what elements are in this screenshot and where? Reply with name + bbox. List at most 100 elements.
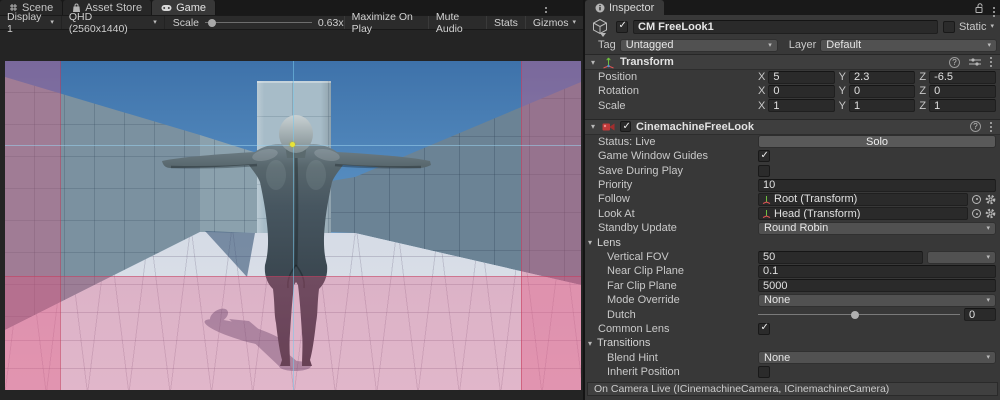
gameobject-name-field[interactable]	[633, 20, 938, 34]
game-view-panel: Scene Asset Store Game Display 1 ▾	[0, 0, 583, 400]
scale-slider[interactable]	[205, 18, 312, 28]
transform-row-rotation: Rotation X Y Z	[585, 84, 1000, 98]
info-circle-icon	[595, 3, 605, 13]
help-icon[interactable]: ?	[970, 121, 981, 132]
inherit-position-checkbox[interactable]	[758, 366, 770, 378]
solo-button[interactable]: Solo	[758, 135, 996, 148]
axis-x-label: X	[758, 71, 765, 83]
follow-object-field[interactable]: Root (Transform)	[758, 193, 968, 206]
transform-title: Transform	[620, 56, 674, 68]
freelook-enabled-checkbox[interactable]	[620, 121, 631, 132]
gear-icon[interactable]	[985, 208, 996, 219]
position-y-field[interactable]	[849, 71, 915, 84]
standby-update-dropdown[interactable]: Round Robin ▾	[758, 222, 996, 235]
maximize-on-play-button[interactable]: Maximize On Play	[344, 16, 428, 29]
object-picker-icon[interactable]	[972, 209, 981, 218]
help-icon[interactable]: ?	[949, 57, 960, 68]
mode-override-row: Mode Override None ▾	[585, 293, 1000, 307]
scale-x-field[interactable]	[768, 99, 834, 112]
transform-mini-icon	[762, 195, 771, 204]
guide-boundary-line-left	[60, 61, 61, 390]
dutch-slider-knob[interactable]	[851, 311, 859, 319]
chevron-down-icon: ▾	[986, 297, 990, 304]
lens-foldout[interactable]: ▾ Lens	[585, 236, 1000, 250]
lock-icon[interactable]	[975, 3, 984, 13]
object-picker-icon[interactable]	[972, 195, 981, 204]
near-clip-field[interactable]	[758, 265, 996, 278]
foldout-arrow-icon[interactable]: ▾	[589, 122, 597, 131]
resolution-dropdown[interactable]: QHD (2560x1440) ▾	[62, 16, 165, 29]
look-at-target-dot	[290, 142, 295, 147]
axis-z-label: Z	[919, 71, 926, 83]
gameobject-enabled-checkbox[interactable]	[616, 21, 628, 33]
cinemachine-icon	[602, 121, 615, 133]
gizmos-dropdown[interactable]: Gizmos ▾	[525, 16, 583, 29]
dutch-slider[interactable]	[758, 309, 960, 321]
save-during-play-row: Save During Play	[585, 164, 1000, 178]
rotation-x-field[interactable]	[768, 85, 834, 98]
far-clip-row: Far Clip Plane	[585, 279, 1000, 293]
guide-vertical-center-line	[293, 61, 294, 390]
chevron-down-icon: ▾	[986, 254, 990, 261]
blend-hint-dropdown[interactable]: None ▾	[758, 351, 996, 364]
gameobject-cube-icon[interactable]	[591, 18, 611, 36]
tab-game[interactable]: Game	[152, 0, 216, 15]
character-head	[279, 115, 313, 153]
follow-row: Follow Root (Transform)	[585, 192, 1000, 206]
chevron-down-icon: ▾	[50, 19, 54, 26]
scale-slider-knob[interactable]	[208, 19, 216, 27]
presets-icon[interactable]	[969, 57, 981, 67]
rotation-label: Rotation	[598, 85, 639, 97]
scale-z-field[interactable]	[929, 99, 996, 112]
dutch-value-field[interactable]	[964, 308, 996, 321]
position-x-field[interactable]	[768, 71, 834, 84]
far-clip-field[interactable]	[758, 279, 996, 292]
static-checkbox[interactable]	[943, 21, 955, 33]
gear-icon[interactable]	[985, 194, 996, 205]
tag-dropdown[interactable]: Untagged ▾	[620, 39, 778, 52]
static-label: Static	[959, 21, 987, 33]
mute-audio-button[interactable]: Mute Audio	[428, 16, 486, 29]
chevron-down-icon[interactable]: ▾	[990, 23, 994, 30]
save-during-play-checkbox[interactable]	[758, 165, 770, 177]
stats-button[interactable]: Stats	[486, 16, 525, 29]
rotation-z-field[interactable]	[929, 85, 996, 98]
vertical-fov-field[interactable]	[758, 251, 923, 264]
kebab-menu-icon[interactable]	[990, 61, 992, 63]
transitions-foldout[interactable]: ▾ Transitions	[585, 336, 1000, 350]
scale-row-label: Scale	[598, 100, 626, 112]
cinemachine-freelook-header[interactable]: ▾ CinemachineFreeLook ?	[585, 119, 1000, 135]
priority-field[interactable]	[758, 179, 996, 192]
game-viewport[interactable]	[5, 61, 581, 390]
axis-y-label: Y	[839, 71, 846, 83]
lookat-object-field[interactable]: Head (Transform)	[758, 207, 968, 220]
chevron-down-icon: ▾	[986, 354, 990, 361]
foldout-arrow-icon[interactable]: ▾	[589, 58, 597, 67]
chevron-down-icon: ▾	[986, 225, 990, 232]
scale-y-field[interactable]	[849, 99, 915, 112]
chevron-down-icon: ▾	[987, 42, 991, 49]
game-toolbar: Display 1 ▾ QHD (2560x1440) ▾ Scale 0.63…	[0, 15, 583, 30]
inspector-tabbar: Inspector	[585, 0, 1000, 15]
scale-label: Scale	[173, 17, 199, 29]
mode-override-dropdown[interactable]: None ▾	[758, 294, 996, 307]
scale-value: 0.63x	[318, 17, 344, 29]
near-clip-row: Near Clip Plane	[585, 264, 1000, 278]
layer-dropdown[interactable]: Default ▾	[820, 39, 997, 52]
lookat-row: Look At Head (Transform)	[585, 207, 1000, 221]
kebab-menu-icon[interactable]	[990, 126, 992, 128]
rotation-y-field[interactable]	[849, 85, 915, 98]
tab-game-label: Game	[176, 2, 206, 14]
foldout-arrow-icon: ▾	[588, 238, 592, 247]
transform-header[interactable]: ▾ Transform ?	[585, 54, 1000, 70]
game-window-guides-checkbox[interactable]	[758, 150, 770, 162]
position-z-field[interactable]	[929, 71, 996, 84]
tab-inspector[interactable]: Inspector	[585, 0, 664, 15]
tag-layer-row: Tag Untagged ▾ Layer Default ▾	[585, 36, 1000, 54]
fov-preset-dropdown[interactable]: ▾	[927, 251, 996, 264]
transform-tool-icon	[602, 56, 615, 69]
common-lens-checkbox[interactable]	[758, 323, 770, 335]
display-dropdown[interactable]: Display 1 ▾	[0, 16, 62, 29]
layer-label: Layer	[789, 39, 817, 51]
priority-row: Priority	[585, 178, 1000, 192]
